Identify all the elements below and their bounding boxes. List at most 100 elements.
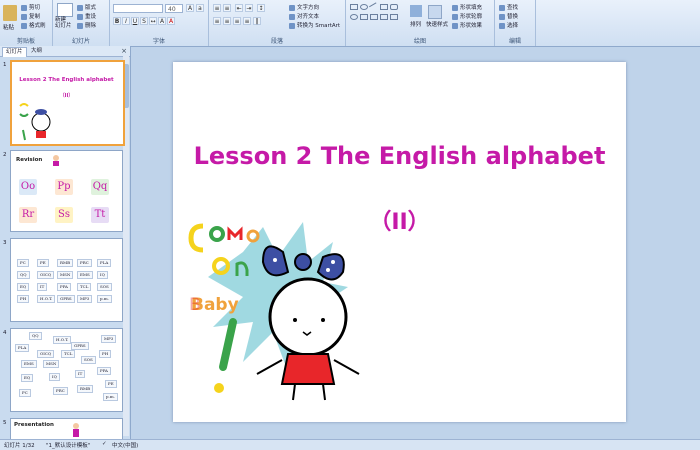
format-painter-button[interactable]: 格式刷 (21, 21, 46, 29)
paste-button[interactable]: 粘贴 (3, 23, 14, 31)
quick-styles-icon[interactable] (428, 5, 442, 19)
cut-button[interactable]: 剪切 (21, 3, 40, 11)
abbreviation-card: PE (37, 259, 49, 267)
change-case-button[interactable]: A (158, 17, 166, 25)
align-center-button[interactable]: ≡ (223, 17, 231, 25)
close-icon[interactable]: × (121, 47, 127, 55)
slide-canvas[interactable]: Lesson 2 The English alphabet （II） Baby … (173, 62, 626, 422)
shape-effects-button[interactable]: 形状效果 (452, 21, 482, 29)
shrink-font-button[interactable]: a (196, 4, 204, 12)
numbering-button[interactable]: ≡ (223, 4, 231, 12)
abbreviation-card: TCL (77, 283, 92, 291)
abbreviation-card: PC (17, 259, 29, 267)
align-right-button[interactable]: ≡ (233, 17, 241, 25)
abbreviation-card: IQ (97, 271, 108, 279)
abbreviation-card: PPA (57, 283, 71, 291)
select-button[interactable]: 选择 (499, 21, 518, 29)
strikethrough-button[interactable]: S (140, 17, 148, 25)
slide-thumbnail-3[interactable]: PC PE RMB PRC PLA QQ OICQ MSN EMS IQ EQ IT PPA TCL SOS… (10, 238, 123, 322)
grow-font-button[interactable]: A (186, 4, 194, 12)
letter-card: Tt (91, 207, 109, 223)
thumb-title: Lesson 2 The English alphabet (19, 77, 114, 83)
abbreviation-card: PRC (77, 259, 92, 267)
copy-icon (21, 13, 27, 20)
delete-button[interactable]: 删除 (77, 21, 96, 29)
shape-fill-button[interactable]: 形状填充 (452, 3, 482, 11)
smartart-button[interactable]: 转换为 SmartArt (289, 21, 340, 29)
select-label: 选择 (507, 23, 519, 29)
slide-thumbnail-1[interactable]: Lesson 2 The English alphabet （II） (10, 60, 125, 146)
slide-thumbnail-2[interactable]: Revision Oo Pp Qq Rr Ss Tt (10, 150, 123, 232)
line-shape-icon[interactable] (369, 2, 379, 12)
abbreviation-card: MSN (43, 360, 60, 368)
arrange-icon[interactable] (410, 5, 422, 17)
columns-button[interactable]: ‖ (253, 17, 261, 25)
new-slide-button[interactable]: 新建 幻灯片 (55, 17, 72, 29)
spellcheck-icon[interactable]: ✓ (102, 441, 107, 447)
italic-button[interactable]: I (122, 17, 130, 25)
oval-shape-icon[interactable] (360, 4, 368, 10)
abbreviation-card: GPRS (57, 295, 75, 303)
slide-thumbnail-5[interactable]: Presentation (10, 418, 123, 440)
arrow-shape-icon[interactable] (370, 14, 378, 20)
abbreviation-card: PPA (97, 367, 111, 375)
find-icon (499, 4, 505, 11)
triangle-shape-icon[interactable] (360, 14, 368, 20)
circle-shape-icon[interactable] (350, 14, 358, 20)
reset-icon (77, 13, 83, 20)
find-label: 查找 (507, 5, 519, 11)
font-color-button[interactable]: A (167, 17, 175, 25)
align-left-button[interactable]: ≡ (213, 17, 221, 25)
underline-button[interactable]: U (131, 17, 139, 25)
callout-shape-icon[interactable] (390, 14, 398, 20)
group-label-clipboard: 剪贴板 (16, 38, 35, 45)
copy-button[interactable]: 复制 (21, 12, 40, 20)
justify-button[interactable]: ≡ (243, 17, 251, 25)
abbreviation-card: IT (75, 370, 86, 378)
line-spacing-button[interactable]: ↕ (257, 4, 265, 12)
brush-icon (21, 22, 27, 29)
align-text-label: 对齐文本 (297, 14, 320, 20)
slide-title[interactable]: Lesson 2 The English alphabet (173, 142, 626, 170)
paste-icon[interactable] (3, 5, 17, 21)
shape-outline-button[interactable]: 形状轮廓 (452, 12, 482, 20)
layout-button[interactable]: 版式 (77, 3, 96, 11)
smartart-label: 转换为 SmartArt (297, 23, 341, 29)
abbreviation-card: H.O.T. (37, 295, 56, 303)
decrease-indent-button[interactable]: ⇤ (235, 4, 243, 12)
abbreviation-card: QQ (17, 271, 30, 279)
bullets-button[interactable]: ≡ (213, 4, 221, 12)
group-label-slides: 幻灯片 (71, 38, 90, 45)
abbreviation-card: EMS (77, 271, 93, 279)
group-label-font: 字体 (152, 38, 165, 45)
slide-thumbnails-panel: 幻灯片 大纲 × 1 Lesson 2 The English alphabet… (0, 46, 131, 440)
delete-label: 删除 (85, 23, 97, 29)
slides-group: 新建 幻灯片 版式 重设 删除 幻灯片 (53, 0, 110, 46)
rounded-rect-shape-icon[interactable] (390, 4, 398, 10)
letter-card: Qq (91, 179, 109, 195)
textbox-shape-icon[interactable] (380, 4, 388, 10)
ribbon: 粘贴 剪切 复制 格式刷 剪贴板 新建 幻灯片 版式 重设 删除 幻灯片 40 … (0, 0, 700, 47)
char-spacing-button[interactable]: ↔ (149, 17, 157, 25)
star-shape-icon[interactable] (380, 14, 388, 20)
group-label-editing: 编辑 (508, 38, 521, 45)
reset-button[interactable]: 重设 (77, 12, 96, 20)
arrange-button[interactable]: 排列 (410, 20, 421, 28)
rectangle-shape-icon[interactable] (350, 4, 358, 10)
font-size-select[interactable]: 40 (165, 4, 183, 13)
thumb-number: 5 (3, 420, 7, 426)
find-button[interactable]: 查找 (499, 3, 518, 11)
tab-outline[interactable]: 大纲 (28, 47, 45, 56)
quick-styles-button[interactable]: 快速样式 (426, 20, 448, 28)
new-slide-icon[interactable] (57, 3, 73, 17)
group-label-paragraph: 段落 (270, 38, 283, 45)
slide-thumbnail-4[interactable]: QQ H.O.T. GPRS MP3 PLA OICQ TCL PH EMS MSN SOS PPA E… (10, 328, 123, 412)
font-name-select[interactable] (113, 4, 163, 13)
tab-slides[interactable]: 幻灯片 (2, 47, 27, 57)
replace-button[interactable]: 替换 (499, 12, 518, 20)
bold-button[interactable]: B (113, 17, 121, 25)
align-text-button[interactable]: 对齐文本 (289, 12, 319, 20)
text-direction-button[interactable]: 文字方向 (289, 3, 319, 11)
letter-card: Oo (19, 179, 37, 195)
increase-indent-button[interactable]: ⇥ (245, 4, 253, 12)
